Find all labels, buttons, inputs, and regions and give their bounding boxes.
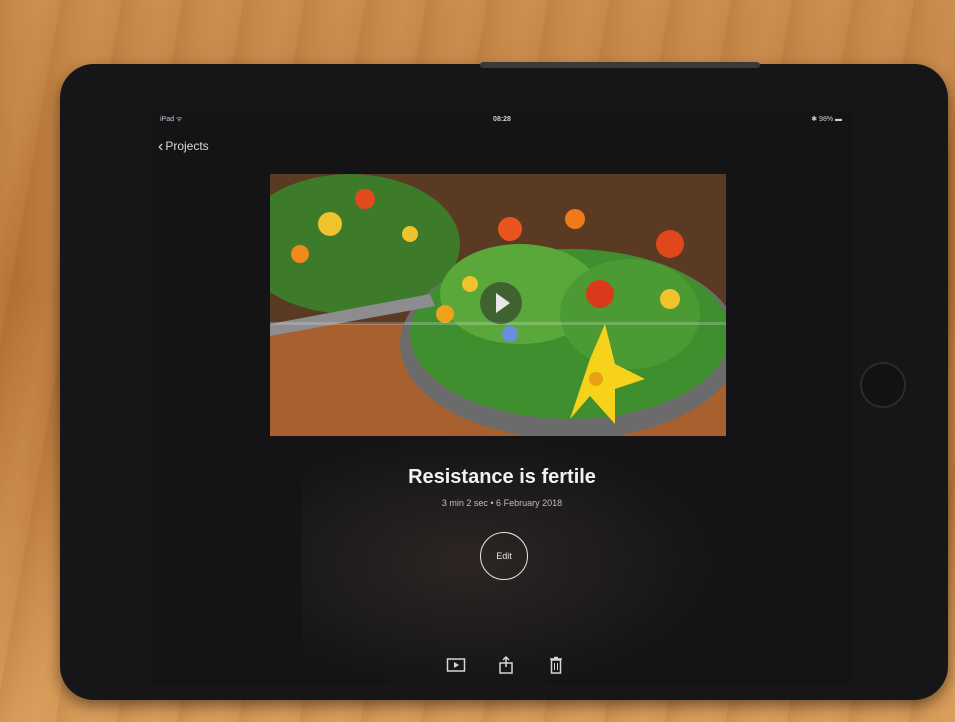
ipad-case: iPad ᯤ 08:28 ✱ 98% ▬ ‹ Projects Resistan… (60, 62, 948, 700)
chevron-left-icon: ‹ (158, 138, 164, 155)
play-icon (496, 293, 510, 313)
home-button[interactable] (860, 362, 906, 408)
back-to-projects-button[interactable]: ‹ Projects (158, 138, 209, 156)
play-button[interactable] (480, 282, 522, 324)
play-preview-icon[interactable] (446, 656, 466, 674)
project-meta: 3 min 2 sec • 6 February 2018 (441, 498, 563, 508)
status-battery: ✱ 98% ▬ (811, 116, 842, 123)
ipad-screen: iPad ᯤ 08:28 ✱ 98% ▬ ‹ Projects Resistan… (152, 112, 852, 684)
status-time: 08:28 (493, 116, 511, 123)
edit-button[interactable]: Edit (480, 532, 528, 580)
status-bar: iPad ᯤ 08:28 ✱ 98% ▬ (152, 112, 852, 128)
back-label: Projects (165, 139, 209, 153)
bottom-toolbar (152, 652, 852, 678)
project-thumbnail[interactable] (270, 174, 726, 436)
trash-icon[interactable] (546, 656, 566, 674)
case-top-strip (480, 62, 760, 68)
project-title: Resistance is fertile (408, 466, 596, 488)
share-icon[interactable] (496, 655, 516, 674)
